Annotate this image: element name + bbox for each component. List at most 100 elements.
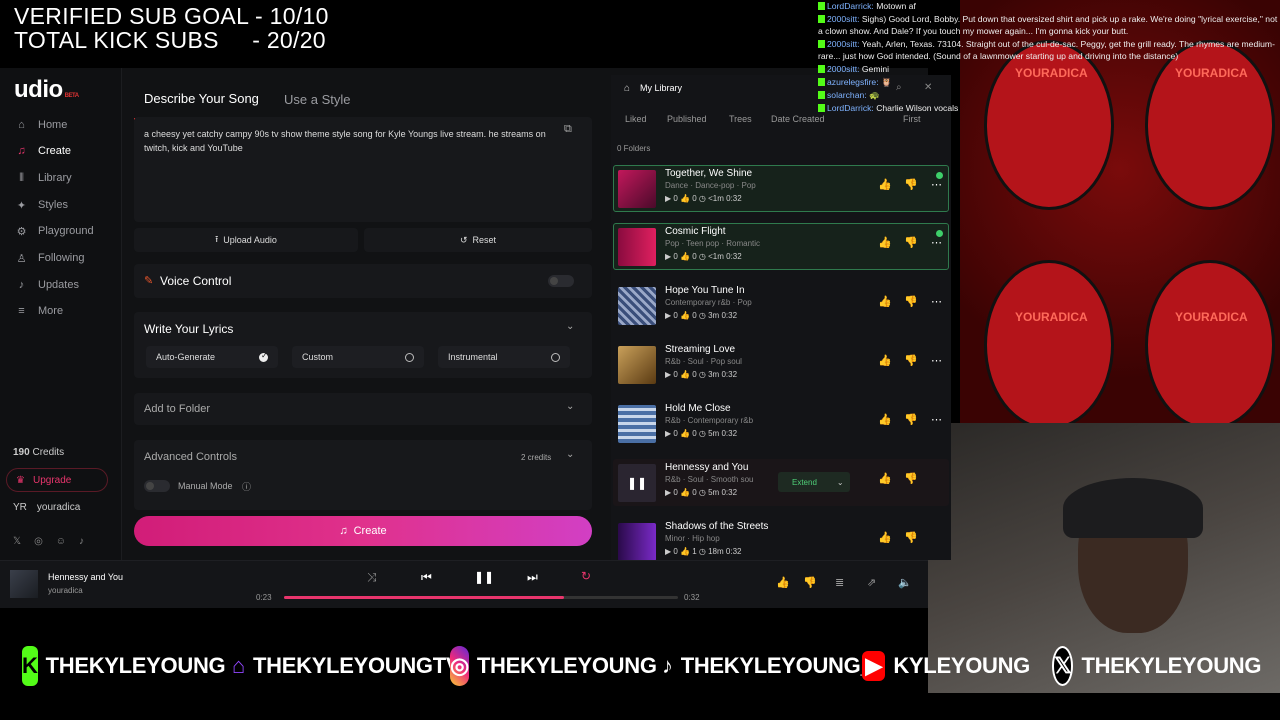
song-thumbnail [618, 287, 656, 325]
like-icon[interactable]: 👍 [878, 236, 892, 249]
more-icon[interactable]: ⋯ [931, 413, 942, 426]
pause-icon[interactable]: ❚❚ [618, 464, 656, 502]
like-icon[interactable]: 👍 [776, 576, 790, 589]
tiktok-icon: ♪ [662, 653, 673, 678]
previous-icon[interactable]: ⏮ [421, 570, 432, 585]
song-tags: R&b · Contemporary r&b [665, 416, 754, 425]
like-icon[interactable]: 👍 [878, 531, 892, 544]
filter-trees[interactable]: Trees [723, 111, 758, 127]
reset-icon: ↺ [459, 234, 468, 245]
next-icon[interactable]: ⏭ [527, 570, 538, 585]
prompt-box[interactable]: a cheesy yet catchy campy 90s tv show th… [134, 117, 592, 222]
instagram-icon[interactable]: ◎ [34, 536, 43, 547]
more-icon[interactable]: ⋯ [931, 295, 942, 308]
prompt-text[interactable]: a cheesy yet catchy campy 90s tv show th… [144, 127, 554, 155]
sidebar-item-create[interactable]: ♫ Create [15, 141, 119, 161]
player-bar: Hennessy and You youradica ⤨ ⏮ ❚❚ ⏭ ↻ 0:… [0, 560, 928, 608]
info-icon[interactable]: ⓘ [242, 480, 251, 493]
lyrics-custom[interactable]: Custom [292, 346, 424, 368]
social-x: 𝕏 THEKYLEYOUNG [1030, 646, 1261, 686]
filter-published[interactable]: Published [661, 111, 713, 127]
song-row[interactable]: Streaming Love R&b · Soul · Pop soul ▶ 0… [613, 341, 949, 388]
discord-icon[interactable]: ☺ [56, 536, 66, 547]
pause-icon[interactable]: ❚❚ [474, 570, 494, 584]
song-stats: ▶ 0 👍 1 ◷ 18m 0:32 [665, 547, 742, 556]
chevron-down-icon[interactable]: ⌄ [566, 321, 574, 332]
share-icon[interactable]: ⇗ [867, 576, 876, 589]
dislike-icon[interactable]: 👎 [904, 236, 918, 249]
song-title: Shadows of the Streets [665, 521, 769, 532]
like-icon[interactable]: 👍 [878, 413, 892, 426]
advanced-controls: Advanced Controls 2 credits ⌄ Manual Mod… [134, 440, 592, 510]
volume-icon[interactable]: 🔈 [898, 576, 912, 589]
song-title: Hold Me Close [665, 403, 731, 414]
dislike-icon[interactable]: 👎 [904, 178, 918, 191]
like-icon[interactable]: 👍 [878, 354, 892, 367]
dislike-icon[interactable]: 👎 [904, 413, 918, 426]
upload-audio-button[interactable]: ⭱ Upload Audio [134, 228, 358, 252]
song-row[interactable]: Shadows of the Streets Minor · Hip hop ▶… [613, 518, 949, 565]
sidebar-item-home[interactable]: ⌂ Home [15, 115, 119, 135]
create-button[interactable]: ♫ Create [134, 516, 592, 546]
radio-circle-icon [405, 352, 414, 362]
sidebar-item-following[interactable]: ♙ Following [15, 248, 119, 268]
dislike-icon[interactable]: 👎 [904, 531, 918, 544]
more-icon[interactable]: ⋯ [931, 178, 942, 191]
sidebar-item-more[interactable]: ≡ More [15, 301, 119, 321]
chevron-down-icon[interactable]: ⌄ [566, 449, 574, 460]
extend-button[interactable]: Extend ⌄ [778, 472, 850, 492]
shuffle-icon[interactable]: ⤨ [367, 570, 377, 585]
tab-use-a-style[interactable]: Use a Style [284, 92, 350, 107]
player-title[interactable]: Hennessy and You [48, 572, 123, 582]
queue-icon[interactable]: ≣ [835, 576, 844, 589]
progress-bar[interactable] [284, 596, 678, 599]
dislike-icon[interactable]: 👎 [803, 576, 817, 589]
song-row-playing[interactable]: ❚❚ Hennessy and You R&b · Soul · Smooth … [613, 459, 949, 506]
sidebar-item-playground[interactable]: ⚙ Playground [15, 221, 119, 241]
advanced-controls-label[interactable]: Advanced Controls [144, 451, 237, 463]
sidebar-item-updates[interactable]: ♪ Updates [15, 275, 119, 295]
udio-logo[interactable]: udio BETA [14, 76, 79, 104]
like-icon[interactable]: 👍 [878, 472, 892, 485]
social-handle: THEKYLEYOUNG [476, 653, 657, 678]
chevron-down-icon: ⌄ [836, 477, 844, 487]
sidebar-item-styles[interactable]: ✦ Styles [15, 195, 119, 215]
dislike-icon[interactable]: 👎 [904, 472, 918, 485]
more-icon[interactable]: ⋯ [931, 236, 942, 249]
filter-liked[interactable]: Liked [619, 111, 653, 127]
song-row[interactable]: Hold Me Close R&b · Contemporary r&b ▶ 0… [613, 400, 949, 447]
repeat-icon[interactable]: ↻ [581, 569, 591, 583]
user-profile[interactable]: YR youradica [13, 502, 80, 513]
chat-text: Yeah, Arlen, Texas. 73104. Straight out … [818, 39, 1275, 61]
more-icon[interactable]: ⋯ [931, 354, 942, 367]
like-icon[interactable]: 👍 [878, 295, 892, 308]
add-to-folder-row[interactable]: Add to Folder ⌄ [134, 393, 592, 425]
x-icon[interactable]: 𝕏 [13, 536, 21, 547]
lyrics-instrumental[interactable]: Instrumental [438, 346, 570, 368]
kick-badge-icon [818, 15, 825, 23]
total-kick-subs: TOTAL KICK SUBS - 20/20 [14, 27, 326, 53]
chat-message: 2000sitt: Yeah, Arlen, Texas. 73104. Str… [818, 38, 1278, 62]
song-thumbnail [618, 405, 656, 443]
reset-button[interactable]: ↺ Reset [364, 228, 592, 252]
home-icon[interactable]: ⌂ [624, 83, 630, 94]
dislike-icon[interactable]: 👎 [904, 354, 918, 367]
manual-mode-toggle[interactable] [144, 480, 170, 492]
song-row[interactable]: Cosmic Flight Pop · Teen pop · Romantic … [613, 223, 949, 270]
song-row[interactable]: Hope You Tune In Contemporary r&b · Pop … [613, 282, 949, 329]
player-artist[interactable]: youradica [48, 586, 83, 595]
like-icon[interactable]: 👍 [878, 178, 892, 191]
voice-control-toggle[interactable] [548, 275, 574, 287]
copy-icon[interactable]: ⧉ [564, 123, 572, 136]
crown-icon: ♛ [16, 474, 25, 486]
sidebar-item-library[interactable]: ⫴ Library [15, 168, 119, 188]
dislike-icon[interactable]: 👎 [904, 295, 918, 308]
tiktok-icon[interactable]: ♪ [79, 536, 84, 547]
tab-describe-your-song[interactable]: Describe Your Song [144, 91, 259, 106]
voice-control-row: ✎ Voice Control [134, 264, 592, 298]
upgrade-button[interactable]: ♛ Upgrade [6, 468, 108, 492]
song-row[interactable]: Together, We Shine Dance · Dance-pop · P… [613, 165, 949, 212]
chat-message: solarchan: 🐢 [818, 89, 1278, 101]
social-instagram: ◎ THEKYLEYOUNG [428, 646, 657, 686]
lyrics-auto-generate[interactable]: Auto-Generate [146, 346, 278, 368]
